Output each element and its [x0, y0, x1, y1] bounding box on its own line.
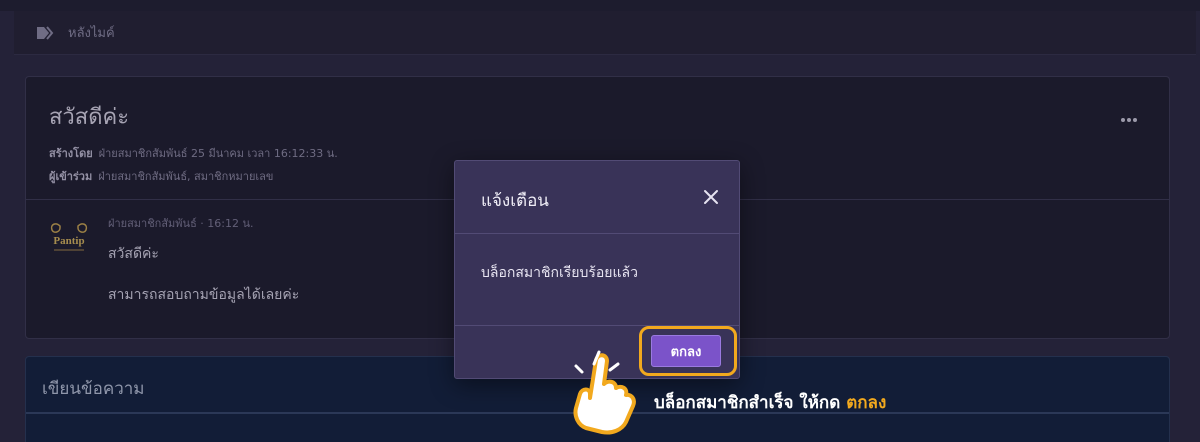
dialog-title: แจ้งเตือน [481, 191, 549, 211]
ok-button[interactable]: ตกลง [651, 335, 721, 367]
dialog-header: แจ้งเตือน [455, 161, 739, 234]
dialog-message: บล็อกสมาชิกเรียบร้อยแล้ว [481, 265, 638, 281]
caption-accent: ตกลง [846, 393, 887, 413]
close-icon[interactable] [703, 189, 719, 205]
caption-text: บล็อกสมาชิกสำเร็จ ให้กด [654, 393, 841, 413]
hand-pointer-icon [573, 350, 636, 435]
instruction-caption: บล็อกสมาชิกสำเร็จ ให้กด ตกลง [654, 389, 886, 416]
